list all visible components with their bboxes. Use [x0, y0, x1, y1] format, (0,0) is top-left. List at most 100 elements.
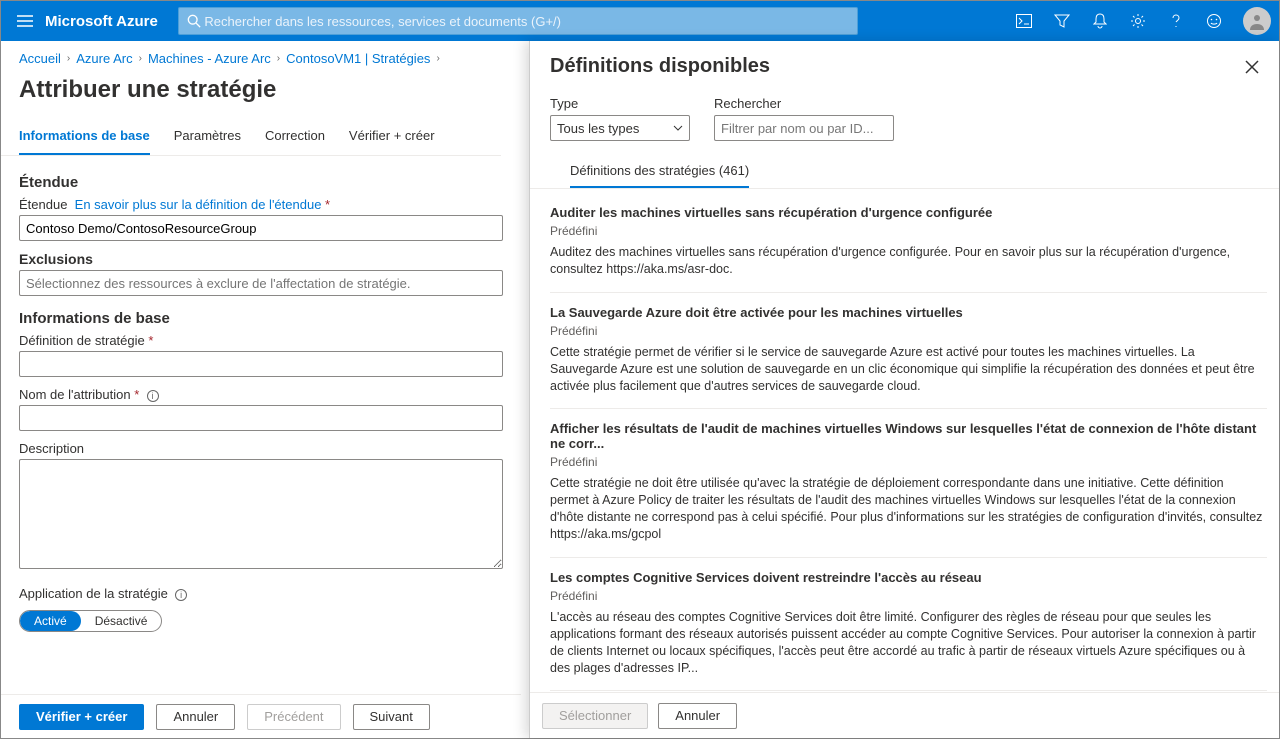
select-button: Sélectionner — [542, 703, 648, 729]
assign-name-label-row: Nom de l'attribution * i — [19, 387, 491, 402]
panel-filters: Type Tous les types Rechercher — [530, 86, 1279, 145]
info-icon[interactable]: i — [147, 390, 159, 402]
exclusions-label: Exclusions — [19, 251, 491, 267]
feedback-button[interactable] — [1197, 1, 1231, 41]
required-marker: * — [145, 333, 154, 348]
close-icon — [1245, 60, 1259, 74]
scope-label-row: Étendue En savoir plus sur la définition… — [19, 197, 491, 212]
crumb-vm-strategies[interactable]: ContosoVM1 | Stratégies — [286, 51, 430, 66]
panel-tab-definitions[interactable]: Définitions des stratégies (461) — [570, 155, 749, 188]
panel-title: Définitions disponibles — [550, 55, 770, 78]
type-filter-value: Tous les types — [557, 121, 639, 136]
tab-basics[interactable]: Informations de base — [19, 118, 150, 155]
enforcement-toggle[interactable]: Activé Désactivé — [19, 610, 162, 632]
brand-label: Microsoft Azure — [45, 13, 158, 30]
definition-description: Auditez des machines virtuelles sans réc… — [550, 244, 1263, 278]
basics-heading: Informations de base — [19, 310, 491, 327]
type-filter-select[interactable]: Tous les types — [550, 115, 690, 141]
wizard-tabs: Informations de base Paramètres Correcti… — [1, 118, 501, 156]
avatar-icon — [1248, 12, 1266, 30]
crumb-azure-arc[interactable]: Azure Arc — [76, 51, 132, 66]
help-icon — [1169, 13, 1183, 29]
definition-title: Les comptes Cognitive Services doivent r… — [550, 570, 1263, 585]
form-basics: Étendue Étendue En savoir plus sur la dé… — [1, 156, 509, 646]
cloud-shell-button[interactable] — [1007, 1, 1041, 41]
definition-type: Prédéfini — [550, 455, 1263, 469]
definition-type: Prédéfini — [550, 324, 1263, 338]
info-icon[interactable]: i — [175, 589, 187, 601]
panel-cancel-button[interactable]: Annuler — [658, 703, 737, 729]
search-icon — [187, 14, 201, 28]
toggle-disabled[interactable]: Désactivé — [81, 611, 162, 631]
definition-description: Cette stratégie ne doit être utilisée qu… — [550, 475, 1263, 543]
panel-header: Définitions disponibles — [530, 41, 1279, 86]
bell-icon — [1093, 13, 1107, 29]
required-marker: * — [325, 197, 330, 212]
chevron-right-icon: › — [277, 53, 280, 64]
definition-type: Prédéfini — [550, 224, 1263, 238]
feedback-icon — [1206, 13, 1222, 29]
definitions-list[interactable]: Auditer les machines virtuelles sans réc… — [530, 189, 1277, 692]
settings-button[interactable] — [1121, 1, 1155, 41]
description-label: Description — [19, 441, 491, 456]
global-search-input[interactable] — [204, 14, 848, 29]
type-filter-label: Type — [550, 96, 690, 111]
chevron-right-icon: › — [139, 53, 142, 64]
definition-title: Afficher les résultats de l'audit de mac… — [550, 421, 1263, 451]
user-avatar[interactable] — [1243, 7, 1271, 35]
definition-description: L'accès au réseau des comptes Cognitive … — [550, 609, 1263, 677]
tab-review[interactable]: Vérifier + créer — [349, 118, 435, 155]
tab-parameters[interactable]: Paramètres — [174, 118, 241, 155]
scope-label: Étendue — [19, 197, 67, 212]
description-input[interactable] — [19, 459, 503, 569]
required-marker: * — [131, 387, 140, 402]
chevron-right-icon: › — [67, 53, 70, 64]
directory-filter-button[interactable] — [1045, 1, 1079, 41]
definition-item[interactable]: Auditer les machines virtuelles sans réc… — [550, 193, 1267, 293]
enforcement-label: Application de la stratégie — [19, 586, 168, 601]
close-panel-button[interactable] — [1245, 60, 1259, 74]
definition-item[interactable]: Afficher les résultats de l'audit de mac… — [550, 409, 1267, 558]
assign-name-label: Nom de l'attribution — [19, 387, 131, 402]
previous-button: Précédent — [247, 704, 340, 730]
scope-heading: Étendue — [19, 174, 491, 191]
definition-type: Prédéfini — [550, 589, 1263, 603]
definition-description: Cette stratégie permet de vérifier si le… — [550, 344, 1263, 395]
definitions-panel: Définitions disponibles Type Tous les ty… — [529, 41, 1279, 738]
help-button[interactable] — [1159, 1, 1193, 41]
definition-item[interactable]: La Sauvegarde Azure doit être activée po… — [550, 293, 1267, 410]
top-bar: Microsoft Azure — [1, 1, 1279, 41]
assign-name-input[interactable] — [19, 405, 503, 431]
policy-def-label: Définition de stratégie — [19, 333, 145, 348]
definition-title: Auditer les machines virtuelles sans réc… — [550, 205, 1263, 220]
gear-icon — [1130, 13, 1146, 29]
hamburger-menu[interactable] — [9, 1, 41, 41]
notifications-button[interactable] — [1083, 1, 1117, 41]
definition-title: La Sauvegarde Azure doit être activée po… — [550, 305, 1263, 320]
tab-remediation[interactable]: Correction — [265, 118, 325, 155]
wizard-footer: Vérifier + créer Annuler Précédent Suiva… — [1, 694, 521, 738]
global-search[interactable] — [178, 7, 858, 35]
cloud-shell-icon — [1016, 14, 1032, 28]
hamburger-icon — [17, 15, 33, 27]
next-button[interactable]: Suivant — [353, 704, 430, 730]
review-create-button[interactable]: Vérifier + créer — [19, 704, 144, 730]
chevron-down-icon — [673, 125, 683, 131]
scope-input[interactable] — [19, 215, 503, 241]
filter-icon — [1054, 14, 1070, 28]
chevron-right-icon: › — [436, 53, 439, 64]
panel-footer: Sélectionner Annuler — [530, 692, 1279, 738]
crumb-machines[interactable]: Machines - Azure Arc — [148, 51, 271, 66]
toggle-enabled[interactable]: Activé — [20, 611, 81, 631]
cancel-button[interactable]: Annuler — [156, 704, 235, 730]
search-filter-label: Rechercher — [714, 96, 894, 111]
definition-search-input[interactable] — [714, 115, 894, 141]
scope-learn-more-link[interactable]: En savoir plus sur la définition de l'ét… — [75, 197, 322, 212]
enforcement-label-row: Application de la stratégie i — [19, 586, 491, 601]
topbar-actions — [1007, 1, 1271, 41]
exclusions-input[interactable] — [19, 270, 503, 296]
definition-item[interactable]: Les comptes Cognitive Services doivent r… — [550, 558, 1267, 692]
policy-def-input[interactable] — [19, 351, 503, 377]
crumb-home[interactable]: Accueil — [19, 51, 61, 66]
policy-def-label-row: Définition de stratégie * — [19, 333, 491, 348]
